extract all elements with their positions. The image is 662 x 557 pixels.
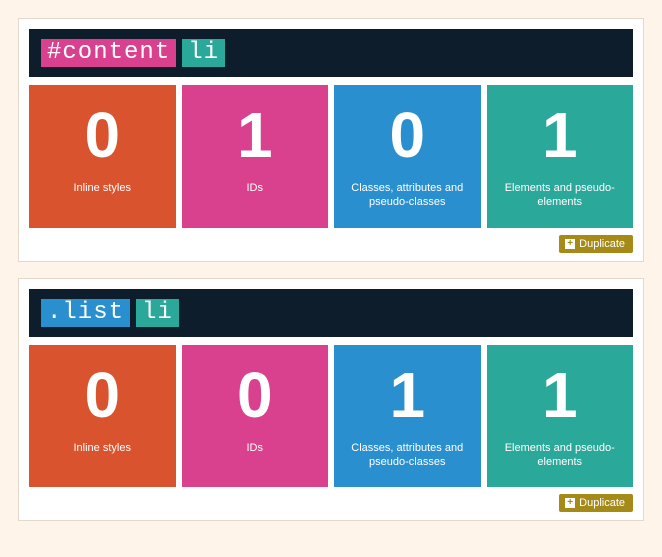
score-value: 1	[493, 103, 628, 167]
selector-token-class: .list	[41, 299, 130, 327]
score-value: 1	[188, 103, 323, 167]
score-box-inline: 0 Inline styles	[29, 85, 176, 228]
duplicate-row: + Duplicate	[29, 234, 633, 253]
selector-bar: #contentli	[29, 29, 633, 77]
score-box-ids: 1 IDs	[182, 85, 329, 228]
page: #contentli 0 Inline styles 1 IDs 0 Class…	[0, 0, 662, 557]
score-label: Inline styles	[35, 181, 170, 195]
score-label: Elements and pseudo-elements	[493, 441, 628, 470]
score-value: 0	[35, 103, 170, 167]
score-value: 1	[340, 363, 475, 427]
score-value: 0	[340, 103, 475, 167]
specificity-card: .listli 0 Inline styles 0 IDs 1 Classes,…	[18, 278, 644, 522]
score-label: Classes, attributes and pseudo-classes	[340, 441, 475, 470]
selector-token-id: #content	[41, 39, 176, 67]
score-box-elements: 1 Elements and pseudo-elements	[487, 85, 634, 228]
score-row: 0 Inline styles 1 IDs 0 Classes, attribu…	[29, 85, 633, 228]
selector-bar: .listli	[29, 289, 633, 337]
score-box-inline: 0 Inline styles	[29, 345, 176, 488]
duplicate-label: Duplicate	[579, 238, 625, 250]
score-box-elements: 1 Elements and pseudo-elements	[487, 345, 634, 488]
score-value: 1	[493, 363, 628, 427]
score-box-classes: 1 Classes, attributes and pseudo-classes	[334, 345, 481, 488]
specificity-card: #contentli 0 Inline styles 1 IDs 0 Class…	[18, 18, 644, 262]
score-value: 0	[35, 363, 170, 427]
duplicate-button[interactable]: + Duplicate	[559, 235, 633, 253]
score-label: Classes, attributes and pseudo-classes	[340, 181, 475, 210]
selector-token-element: li	[182, 39, 225, 67]
score-box-ids: 0 IDs	[182, 345, 329, 488]
score-value: 0	[188, 363, 323, 427]
duplicate-row: + Duplicate	[29, 493, 633, 512]
duplicate-label: Duplicate	[579, 497, 625, 509]
score-row: 0 Inline styles 0 IDs 1 Classes, attribu…	[29, 345, 633, 488]
score-label: IDs	[188, 441, 323, 455]
duplicate-button[interactable]: + Duplicate	[559, 494, 633, 512]
score-label: IDs	[188, 181, 323, 195]
selector-token-element: li	[136, 299, 179, 327]
plus-icon: +	[565, 239, 575, 249]
plus-icon: +	[565, 498, 575, 508]
score-box-classes: 0 Classes, attributes and pseudo-classes	[334, 85, 481, 228]
score-label: Elements and pseudo-elements	[493, 181, 628, 210]
score-label: Inline styles	[35, 441, 170, 455]
